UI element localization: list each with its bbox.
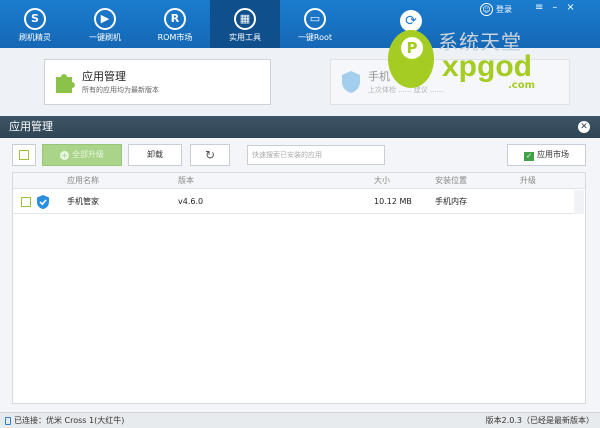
col-header-upgrade[interactable]: 升级 xyxy=(520,173,536,189)
app-market-label: 应用市场 xyxy=(537,150,569,159)
root-device-icon: ▭ xyxy=(304,8,326,30)
avatar-icon: ☺ xyxy=(480,3,493,16)
feature-title: 应用管理 xyxy=(82,70,126,83)
play-arrow-icon: ▶ xyxy=(94,8,116,30)
refresh-button[interactable]: ↻ xyxy=(190,144,230,166)
dialog-toolbar: +全部升级 卸载 ↻ ✓应用市场 xyxy=(0,138,600,172)
nav-tab-label: 实用工具 xyxy=(229,33,261,42)
dialog-close-icon[interactable]: ✕ xyxy=(578,121,590,133)
uninstall-button[interactable]: 卸载 xyxy=(128,144,182,166)
col-header-size[interactable]: 大小 xyxy=(374,173,390,189)
nav-tab-label: 一键Root xyxy=(297,33,333,42)
app-market-button[interactable]: ✓ 应用市场 xyxy=(507,144,586,166)
app-manager-dialog: 应用管理 ✕ +全部升级 卸载 ↻ ✓应用市场 应用名称 版本 大小 安装位置 … xyxy=(0,116,600,412)
close-window-icon[interactable]: × xyxy=(566,2,583,13)
refresh-icon: ↻ xyxy=(204,148,216,162)
version-status: 版本2.0.3（已经是最新版本） xyxy=(485,416,594,425)
phone-connected-icon xyxy=(5,417,11,425)
shield-guard-icon xyxy=(342,71,360,93)
checkbox-box xyxy=(19,150,29,160)
watermark-en: xpgod xyxy=(442,50,532,83)
nav-tab-one-click-flash[interactable]: ▶ 一键刷机 xyxy=(70,0,140,48)
col-header-name[interactable]: 应用名称 xyxy=(67,173,99,189)
nav-tab-tools[interactable]: ▦ 实用工具 xyxy=(210,0,280,48)
shopping-bag-icon: ✓ xyxy=(524,152,534,161)
app-table: 应用名称 版本 大小 安装位置 升级 手机管家 v4.6.0 10.12 MB … xyxy=(12,172,586,404)
login-label: 登录 xyxy=(496,5,512,14)
feature-card-app-manage[interactable]: 应用管理 所有的应用均为最新版本 xyxy=(44,59,271,105)
dialog-title: 应用管理 xyxy=(0,116,600,138)
col-header-version[interactable]: 版本 xyxy=(178,173,194,189)
feature-subtitle: 所有的应用均为最新版本 xyxy=(82,86,159,94)
select-all-checkbox[interactable] xyxy=(12,144,36,166)
puzzle-icon xyxy=(56,74,75,93)
upgrade-all-button[interactable]: + 全部升级 xyxy=(42,144,122,166)
phone-manager-app-icon xyxy=(37,195,49,209)
watermark-logo-disc: P xyxy=(388,30,434,88)
plus-circle-icon: + xyxy=(60,151,69,160)
col-header-location[interactable]: 安装位置 xyxy=(435,173,467,189)
upgrade-all-label: 全部升级 xyxy=(72,150,104,159)
row-version: v4.6.0 xyxy=(178,197,204,206)
search-input[interactable] xyxy=(247,145,385,165)
shield-s-icon: S xyxy=(24,8,46,30)
status-bar: 已连接：优米 Cross 1(大红牛) 版本2.0.3（已经是最新版本） xyxy=(0,412,600,428)
nav-tab-label: ROM市场 xyxy=(157,33,193,42)
table-header: 应用名称 版本 大小 安装位置 升级 xyxy=(13,173,585,189)
row-checkbox[interactable] xyxy=(21,197,31,207)
site-watermark: P 系统天堂 xpgod .com xyxy=(384,24,584,98)
nav-tab-label: 一键刷机 xyxy=(89,33,121,42)
row-location: 手机内存 xyxy=(435,197,467,206)
login-button[interactable]: ☺ 登录 xyxy=(480,3,512,17)
menu-icon[interactable]: ≡ xyxy=(535,2,552,13)
minimize-icon[interactable]: – xyxy=(552,2,566,13)
window-controls: ≡–× xyxy=(535,2,584,13)
nav-tab-label: 刷机精灵 xyxy=(19,33,51,42)
rom-r-icon: R xyxy=(164,8,186,30)
table-row[interactable]: 手机管家 v4.6.0 10.12 MB 手机内存 xyxy=(13,190,573,214)
row-size: 10.12 MB xyxy=(374,197,412,206)
connection-status: 已连接：优米 Cross 1(大红牛) xyxy=(14,416,125,425)
row-app-name: 手机管家 xyxy=(67,197,99,206)
watermark-domain: .com xyxy=(508,80,536,91)
grid-tools-icon: ▦ xyxy=(234,8,256,30)
nav-tab-flash-wizard[interactable]: S 刷机精灵 xyxy=(0,0,70,48)
nav-tab-rom-market[interactable]: R ROM市场 xyxy=(140,0,210,48)
nav-tab-root[interactable]: ▭ 一键Root xyxy=(280,0,350,48)
table-scrollbar[interactable] xyxy=(574,190,584,214)
watermark-disc-letter: P xyxy=(401,37,423,59)
